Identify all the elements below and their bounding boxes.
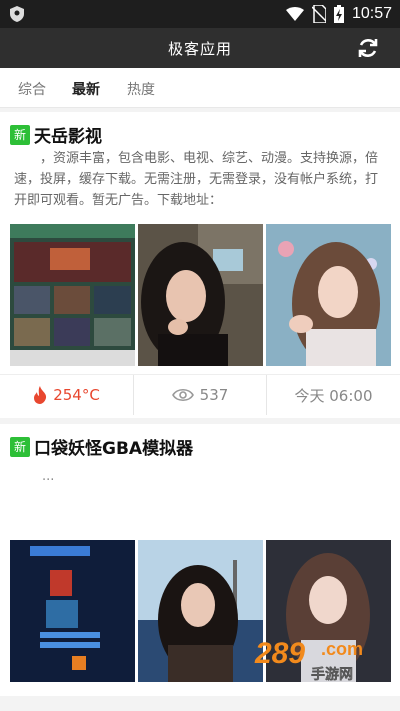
eye-icon	[171, 388, 194, 402]
heat-value: 254°C	[53, 386, 100, 404]
time-value: 今天 06:00	[294, 386, 373, 405]
flame-icon	[34, 386, 47, 404]
thumbnail-portrait[interactable]	[138, 224, 263, 366]
new-badge: 新	[10, 124, 30, 145]
watermark-suffix: .com	[321, 639, 363, 659]
status-time: 10:57	[351, 5, 392, 22]
new-badge: 新	[10, 436, 30, 457]
site-watermark: 289 .com 手游网	[253, 633, 393, 683]
thumbnail-row	[10, 224, 391, 366]
watermark-main: 289	[254, 637, 305, 670]
thumbnail-app-screenshot[interactable]	[10, 540, 135, 682]
card-meta: 254°C 537 今天 06:00	[0, 374, 400, 415]
thumbnail-app-screenshot[interactable]	[10, 224, 135, 366]
tab-comprehensive[interactable]: 综合	[18, 79, 46, 99]
shield-icon	[10, 6, 24, 22]
app-title: 极客应用	[167, 40, 232, 58]
app-card[interactable]: 新 天岳影视 ，资源丰富，包含电影、电视、综艺、动漫。支持换源，倍速，投屏，缓存…	[0, 112, 400, 418]
wifi-icon	[285, 7, 304, 21]
watermark-sub: 手游网	[311, 666, 353, 683]
heat-stat: 254°C	[0, 375, 133, 415]
thumbnail-portrait[interactable]	[138, 540, 263, 682]
views-stat: 537	[133, 375, 267, 415]
app-description: ...	[42, 469, 55, 484]
tab-popularity[interactable]: 热度	[127, 79, 155, 99]
app-description: ，资源丰富，包含电影、电视、综艺、动漫。支持换源，倍速，投屏，缓存下载。无需注册…	[14, 151, 379, 208]
app-bar: 极客应用	[0, 28, 400, 68]
time-stat: 今天 06:00	[267, 375, 400, 415]
tab-latest[interactable]: 最新	[72, 79, 100, 99]
card-title: 新 口袋妖怪GBA模拟器	[10, 434, 193, 459]
views-value: 537	[199, 386, 229, 404]
app-name[interactable]: 口袋妖怪GBA模拟器	[34, 434, 193, 459]
card-title: 新 天岳影视	[10, 122, 102, 147]
battery-icon	[333, 5, 344, 23]
no-sim-icon	[311, 5, 326, 23]
status-bar: 10:57	[0, 0, 400, 28]
thumbnail-portrait[interactable]	[266, 224, 391, 366]
refresh-icon[interactable]	[356, 36, 380, 60]
tab-bar: 综合 最新 热度	[0, 68, 400, 108]
app-name[interactable]: 天岳影视	[34, 122, 102, 147]
